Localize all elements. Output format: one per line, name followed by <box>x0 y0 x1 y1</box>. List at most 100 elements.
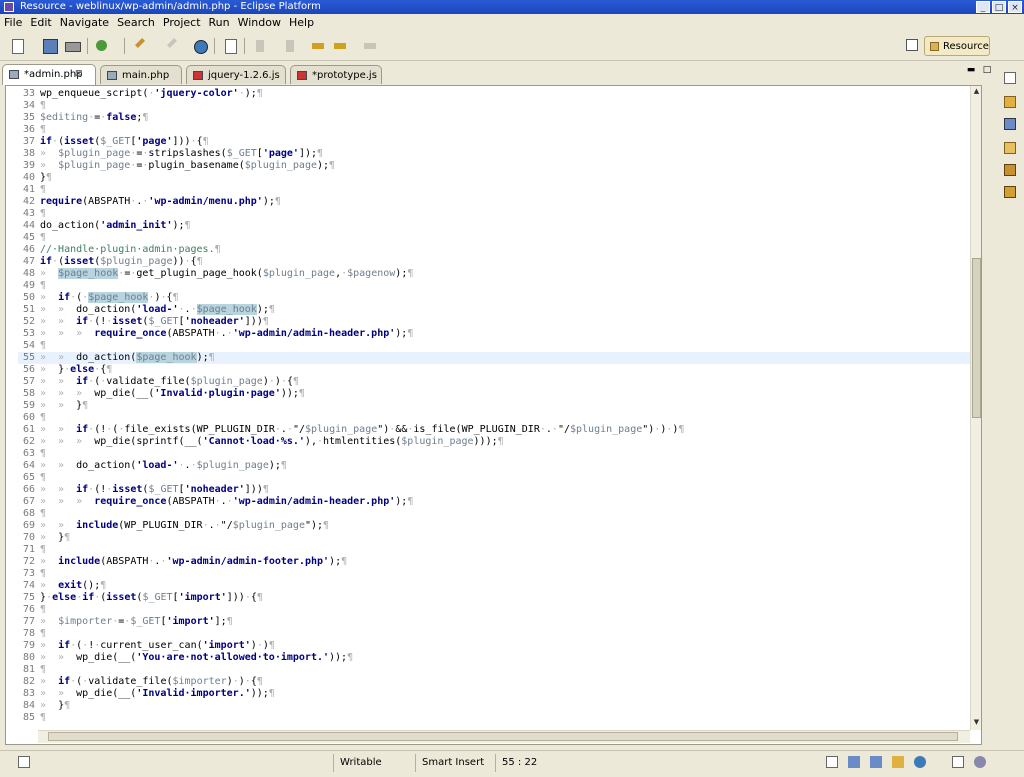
code-text[interactable]: wp_enqueue_script(·'jquery-color'·);¶ <box>40 88 263 99</box>
tab-jquery-js[interactable]: jquery-1.2.6.js <box>186 65 286 84</box>
vertical-scrollbar[interactable]: ▲ ▼ <box>970 86 981 730</box>
code-line[interactable]: 39 » $plugin_page·=·plugin_basename($plug… <box>18 160 976 172</box>
menu-project[interactable]: Project <box>159 16 205 29</box>
maximize-window-button[interactable]: □ <box>992 1 1006 13</box>
code-line[interactable]: 35 $editing·=·false;¶ <box>18 112 976 124</box>
horizontal-scrollbar[interactable] <box>38 730 970 743</box>
code-text[interactable]: //·Handle·plugin·admin·pages.¶ <box>40 244 221 255</box>
close-window-button[interactable]: × <box>1008 1 1022 13</box>
code-text[interactable]: » » » require_once(ABSPATH·.·'wp-admin/a… <box>40 496 413 507</box>
code-line[interactable]: 75}·else·if·(isset($_GET['import']))·{¶ <box>18 592 976 604</box>
maximize-editor-icon[interactable]: □ <box>982 65 992 75</box>
code-line[interactable]: 70 » }¶ <box>18 532 976 544</box>
code-text[interactable]: » » include(WP_PLUGIN_DIR·.·"/$plugin_pa… <box>40 520 329 531</box>
problems-view-icon[interactable] <box>848 756 860 768</box>
code-text[interactable]: » » if·(·validate_file($plugin_page)·)·{… <box>40 376 299 387</box>
code-line[interactable]: 66 » » if·(!·isset($_GET['noheader']))¶ <box>18 484 976 496</box>
code-line[interactable]: 65 ¶ <box>18 472 976 484</box>
code-line[interactable]: 64 » » do_action('load-'·.·$plugin_page);… <box>18 460 976 472</box>
code-line[interactable]: 38 » $plugin_page·=·stripslashes($_GET['p… <box>18 148 976 160</box>
code-text[interactable]: » include(ABSPATH·.·'wp-admin/admin-foot… <box>40 556 347 567</box>
properties-view-icon[interactable] <box>1004 186 1016 198</box>
tab-main-php[interactable]: main.php <box>100 65 182 84</box>
code-text[interactable]: do_action('admin_init');¶ <box>40 220 191 231</box>
code-text[interactable]: » }·else·{¶ <box>40 364 112 375</box>
open-type-icon[interactable] <box>132 38 148 54</box>
code-text[interactable]: » }¶ <box>40 532 70 543</box>
code-line[interactable]: 44 do_action('admin_init');¶ <box>18 220 976 232</box>
tab-prototype-js[interactable]: *prototype.js <box>290 65 382 84</box>
minimize-window-button[interactable]: _ <box>976 1 990 13</box>
code-line[interactable]: 79 » if·(·!·current_user_can('import')·)¶ <box>18 640 976 652</box>
minimize-trim-icon[interactable] <box>952 756 964 768</box>
code-line[interactable]: 68 ¶ <box>18 508 976 520</box>
show-whitespace-icon[interactable] <box>222 38 238 54</box>
code-text[interactable]: » $plugin_page·=·stripslashes($_GET['pag… <box>40 148 323 159</box>
code-line[interactable]: 72 » include(ABSPATH·.·'wp-admin/admin-fo… <box>18 556 976 568</box>
code-text[interactable]: ¶ <box>40 208 46 219</box>
code-line[interactable]: 33 wp_enqueue_script(·'jquery-color'·);¶ <box>18 88 976 100</box>
menu-navigate[interactable]: Navigate <box>56 16 113 29</box>
toggle-mark-icon[interactable] <box>164 38 180 54</box>
code-line[interactable]: 85 ¶ <box>18 712 976 724</box>
scroll-down-arrow-icon[interactable]: ▼ <box>972 718 981 727</box>
console-view-icon[interactable] <box>870 756 882 768</box>
vertical-scroll-thumb[interactable] <box>972 258 981 418</box>
menu-window[interactable]: Window <box>234 16 285 29</box>
code-area[interactable]: 33 wp_enqueue_script(·'jquery-color'·);¶ 3… <box>18 86 976 730</box>
code-text[interactable]: » » » wp_die(__('Invalid·plugin·page'));… <box>40 388 305 399</box>
code-line[interactable]: 51 » » do_action('load-'·.·$page_hook);¶ <box>18 304 976 316</box>
code-line[interactable]: 54 ¶ <box>18 340 976 352</box>
print-icon[interactable] <box>64 38 81 54</box>
code-line[interactable]: 53 » » » require_once(ABSPATH·.·'wp-admin… <box>18 328 976 340</box>
code-line[interactable]: 83 » » wp_die(__('Invalid·importer.'));¶ <box>18 688 976 700</box>
code-line[interactable]: 45 ¶ <box>18 232 976 244</box>
code-text[interactable]: }·else·if·(isset($_GET['import']))·{¶ <box>40 592 263 603</box>
code-text[interactable]: ¶ <box>40 184 46 195</box>
code-text[interactable]: require(ABSPATH·.·'wp-admin/menu.php');¶ <box>40 196 281 207</box>
code-text[interactable]: » » do_action('load-'·.·$page_hook);¶ <box>40 304 275 315</box>
code-text[interactable]: » » » wp_die(sprintf(__('Cannot·load·%s.… <box>40 436 504 447</box>
code-text[interactable]: » $importer·=·$_GET['import'];¶ <box>40 616 233 627</box>
annotation-ruler[interactable] <box>6 86 18 730</box>
code-text[interactable]: ¶ <box>40 124 46 135</box>
new-wizard-icon[interactable] <box>94 38 110 54</box>
code-line[interactable]: 50 » if·(·$page_hook·)·{¶ <box>18 292 976 304</box>
tasks-view-icon[interactable] <box>1004 142 1016 154</box>
code-text[interactable]: » » if·(!·isset($_GET['noheader']))¶ <box>40 484 269 495</box>
code-text[interactable]: » }¶ <box>40 700 70 711</box>
code-text[interactable]: » $page_hook·=·get_plugin_page_hook($plu… <box>40 268 413 279</box>
code-text[interactable]: » » if·(!·(·file_exists(WP_PLUGIN_DIR·.·… <box>40 424 684 435</box>
perspective-resource-button[interactable]: Resource <box>924 36 990 56</box>
code-line[interactable]: 77 » $importer·=·$_GET['import'];¶ <box>18 616 976 628</box>
code-text[interactable]: » » wp_die(__('Invalid·importer.'));¶ <box>40 688 275 699</box>
scroll-up-arrow-icon[interactable]: ▲ <box>972 87 981 96</box>
progress-icon[interactable] <box>974 756 986 768</box>
code-line[interactable]: 82 » if·(·validate_file($importer)·)·{¶ <box>18 676 976 688</box>
code-text[interactable]: ¶ <box>40 604 46 615</box>
code-text[interactable]: $editing·=·false;¶ <box>40 112 148 123</box>
back-icon[interactable] <box>332 38 348 54</box>
code-text[interactable]: ¶ <box>40 232 46 243</box>
code-line[interactable]: 43 ¶ <box>18 208 976 220</box>
code-line[interactable]: 71 ¶ <box>18 544 976 556</box>
code-line[interactable]: 40}¶ <box>18 172 976 184</box>
menu-run[interactable]: Run <box>205 16 234 29</box>
code-line[interactable]: 61 » » if·(!·(·file_exists(WP_PLUGIN_DIR·… <box>18 424 976 436</box>
code-text[interactable]: ¶ <box>40 568 46 579</box>
next-annotation-icon[interactable] <box>252 38 268 54</box>
code-line[interactable]: 84 » }¶ <box>18 700 976 712</box>
web-browser-icon[interactable] <box>192 38 208 54</box>
close-tab-icon[interactable]: ⊠ <box>75 65 83 84</box>
code-line[interactable]: 46 //·Handle·plugin·admin·pages.¶ <box>18 244 976 256</box>
code-text[interactable]: ¶ <box>40 280 46 291</box>
code-line[interactable]: 34 ¶ <box>18 100 976 112</box>
code-text[interactable]: » » wp_die(__('You·are·not·allowed·to·im… <box>40 652 353 663</box>
code-line[interactable]: 52 » » if·(!·isset($_GET['noheader']))¶ <box>18 316 976 328</box>
code-line[interactable]: 73 ¶ <box>18 568 976 580</box>
code-text[interactable]: ¶ <box>40 340 46 351</box>
code-text[interactable]: ¶ <box>40 508 46 519</box>
restore-view-icon[interactable] <box>1004 72 1016 84</box>
outline-view-icon[interactable] <box>1004 118 1016 130</box>
code-text[interactable]: » if·(·!·current_user_can('import')·)¶ <box>40 640 275 651</box>
